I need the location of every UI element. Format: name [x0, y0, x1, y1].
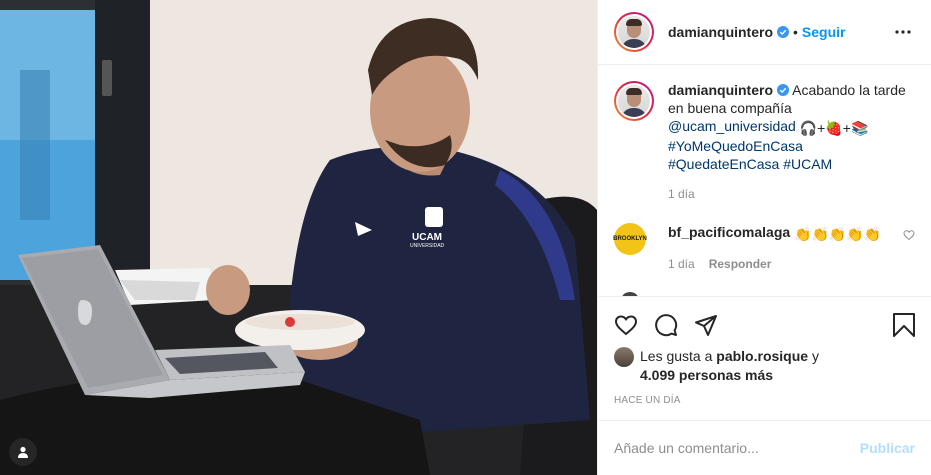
comments-list[interactable]: damianquintero Acabando la tarde en buen… — [598, 65, 931, 296]
comment-composer: Publicar — [598, 420, 931, 475]
post-timestamp[interactable]: Hace un día — [614, 395, 915, 406]
reply-button[interactable]: Responder — [709, 255, 772, 273]
comment-text: 👏👏👏👏👏 — [794, 226, 882, 242]
likes-summary: Les gusta a pablo.rosique y — [614, 347, 915, 367]
post-actions: Les gusta a pablo.rosique y 4.099 person… — [598, 296, 931, 406]
likes-count[interactable]: 4.099 personas más — [640, 367, 915, 383]
more-options-icon — [895, 30, 911, 34]
next-comment-avatar — [622, 292, 638, 296]
follow-button[interactable]: Seguir — [802, 24, 846, 40]
hashtag-link[interactable]: #UCAM — [783, 156, 832, 172]
verified-badge-icon — [777, 84, 790, 96]
likes-joiner: y — [811, 348, 819, 364]
mention-link[interactable]: @ucam_universidad — [668, 118, 796, 134]
caption: damianquintero Acabando la tarde en buen… — [614, 81, 915, 203]
author-username[interactable]: damianquintero — [668, 24, 773, 40]
caption-meta: 1 día — [668, 185, 915, 203]
brooklyn-logo-text: BROOKLYN — [613, 236, 647, 242]
heart-icon — [614, 315, 638, 336]
comment-age[interactable]: 1 día — [668, 255, 695, 273]
comment-item: BROOKLYN bf_pacificomalaga 👏👏👏👏👏 1 día R… — [613, 223, 915, 273]
jacket-logo-text: UCAM — [412, 232, 442, 243]
commenter-username[interactable]: bf_pacificomalaga — [668, 224, 790, 240]
share-button[interactable] — [694, 305, 734, 345]
hashtag-link[interactable]: #YoMeQuedoEnCasa — [668, 138, 803, 154]
caption-emojis: 🎧+🍓+📚 — [799, 120, 869, 136]
publish-button[interactable]: Publicar — [860, 440, 915, 456]
author-avatar[interactable] — [614, 12, 654, 52]
save-button[interactable] — [875, 305, 915, 345]
post-header: damianquintero • Seguir — [598, 0, 931, 65]
commenter-avatar[interactable]: BROOKLYN — [613, 223, 647, 255]
caption-username[interactable]: damianquintero — [668, 82, 773, 98]
comment-like-icon[interactable] — [903, 229, 915, 241]
hashtag-link[interactable]: #QuedateEnCasa — [668, 156, 779, 172]
post-sidebar: damianquintero • Seguir damianquintero A… — [597, 0, 931, 475]
header-separator: • — [793, 24, 798, 40]
share-icon — [695, 315, 717, 336]
caption-age[interactable]: 1 día — [668, 185, 695, 203]
like-button[interactable] — [614, 305, 654, 345]
post-photo[interactable]: UCAM UNIVERSIDAD — [0, 0, 597, 475]
verified-badge-icon — [777, 26, 790, 38]
more-options-button[interactable] — [891, 20, 915, 44]
comment-icon — [655, 314, 678, 337]
bookmark-icon — [893, 313, 915, 337]
user-tag-icon — [18, 446, 28, 458]
liker-username[interactable]: pablo.rosique — [716, 348, 808, 364]
comment-button[interactable] — [654, 305, 694, 345]
comment-input[interactable] — [614, 440, 860, 456]
instagram-post: UCAM UNIVERSIDAD damianquintero • Seguir… — [0, 0, 931, 475]
tagged-users-button[interactable] — [9, 438, 37, 466]
comment-meta: 1 día Responder — [668, 255, 897, 273]
caption-avatar[interactable] — [614, 81, 654, 121]
post-image: UCAM UNIVERSIDAD — [0, 0, 597, 475]
liker-avatar[interactable] — [614, 347, 634, 367]
likes-prefix: Les gusta a — [640, 348, 713, 364]
jacket-logo-subtext: UNIVERSIDAD — [410, 243, 445, 249]
